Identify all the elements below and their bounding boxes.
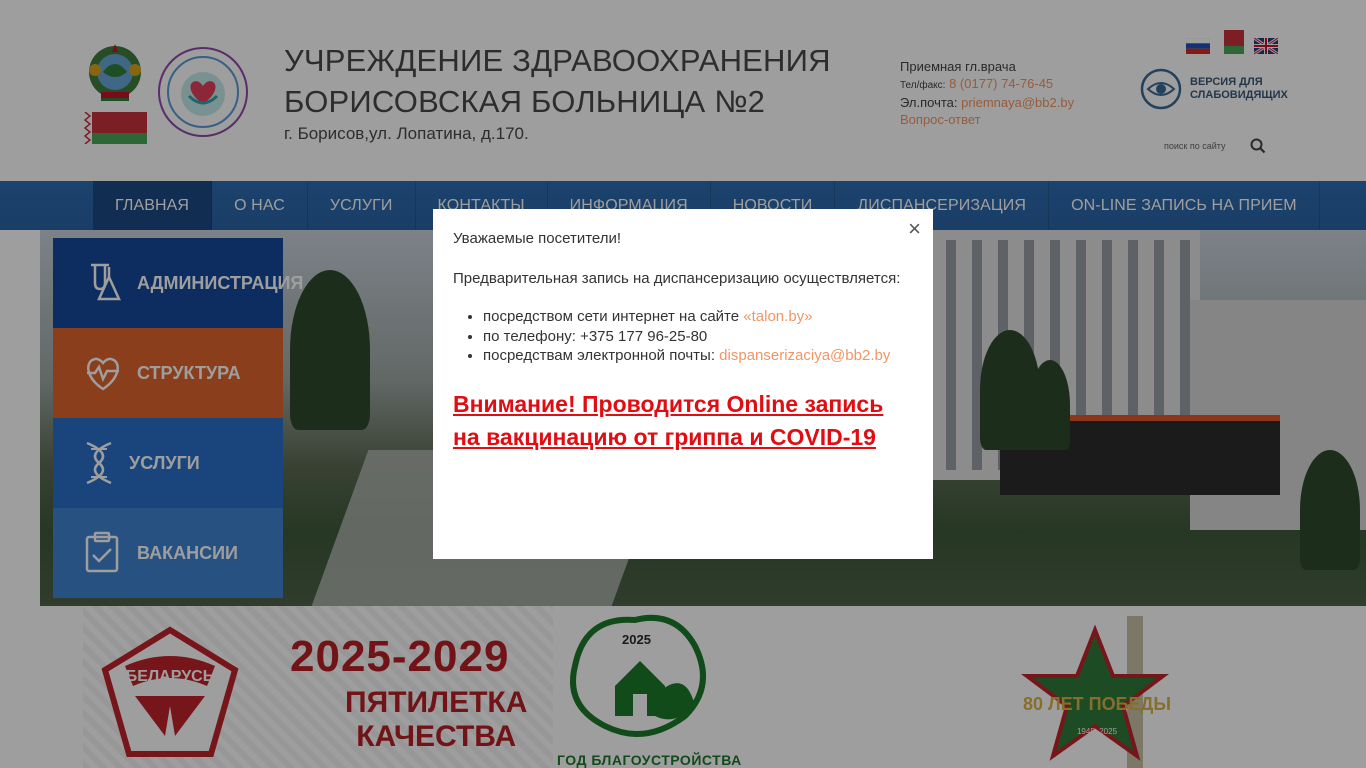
list-item-text: посредствам электронной почты: — [483, 347, 720, 364]
modal-greeting: Уважаемые посетители! — [453, 230, 622, 247]
list-item-text: по телефону: +375 177 96-25-80 — [483, 327, 708, 345]
modal-list: посредством сети интернет на сайте «talo… — [453, 307, 913, 366]
vaccination-alert-link[interactable]: Внимание! Проводится Online запись на ва… — [453, 388, 913, 454]
list-item-text: посредством сети интернет на сайте — [483, 308, 744, 325]
close-icon[interactable]: × — [908, 217, 921, 241]
talon-link[interactable]: «talon.by» — [743, 308, 812, 325]
list-item: посредствам электронной почты: dispanser… — [483, 346, 913, 366]
list-item: по телефону: +375 177 96-25-80 — [483, 327, 913, 347]
dispanserizaciya-email-link[interactable]: dispanserizaciya@bb2.by — [719, 347, 890, 364]
list-item: посредством сети интернет на сайте «talo… — [483, 307, 913, 327]
announcement-modal: × Уважаемые посетители! Предварительная … — [433, 209, 933, 559]
modal-intro: Предварительная запись на диспансеризаци… — [453, 270, 901, 287]
